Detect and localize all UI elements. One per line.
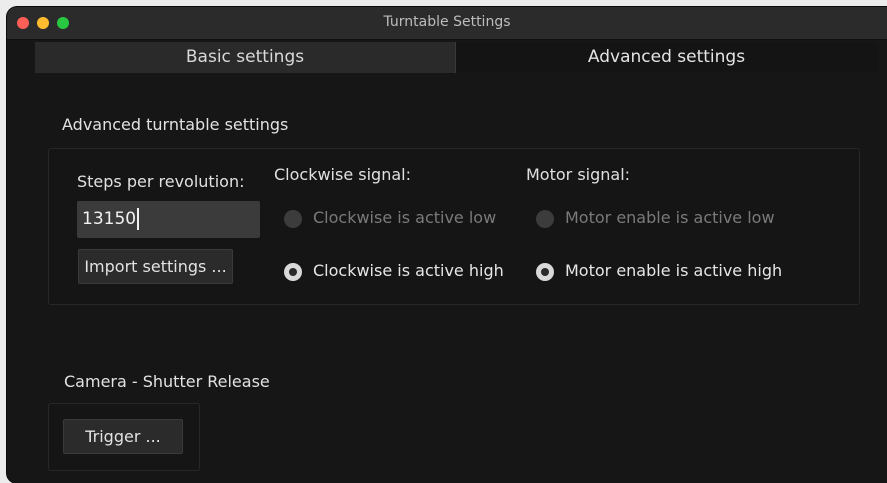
motor-signal-heading: Motor signal: (526, 165, 631, 184)
title-bar: Turntable Settings (7, 7, 887, 40)
radio-dot (284, 263, 302, 281)
turntable-settings-window: Turntable Settings Basic settings Advanc… (7, 7, 887, 483)
radio-label: Motor enable is active high (565, 261, 783, 280)
radio-dot (536, 210, 554, 228)
radio-label: Clockwise is active low (313, 208, 497, 227)
radio-dot (536, 263, 554, 281)
steps-per-revolution-input[interactable]: 13150 (77, 201, 260, 238)
tab-basic-settings[interactable]: Basic settings (35, 42, 455, 73)
import-settings-button[interactable]: Import settings ... (78, 249, 233, 284)
radio-dot (284, 210, 302, 228)
radio-label: Motor enable is active low (565, 208, 775, 227)
trigger-button[interactable]: Trigger ... (63, 419, 183, 454)
tab-bar: Basic settings Advanced settings (35, 42, 877, 73)
text-cursor (137, 208, 140, 230)
clockwise-signal-heading: Clockwise signal: (274, 165, 411, 184)
advanced-settings-title: Advanced turntable settings (62, 115, 289, 134)
window-title: Turntable Settings (383, 14, 511, 30)
steps-per-revolution-label: Steps per revolution: (77, 172, 245, 191)
steps-per-revolution-value: 13150 (82, 209, 137, 229)
radio-label: Clockwise is active high (313, 261, 504, 280)
camera-shutter-release-title: Camera - Shutter Release (64, 372, 270, 391)
tab-advanced-settings[interactable]: Advanced settings (456, 42, 877, 73)
